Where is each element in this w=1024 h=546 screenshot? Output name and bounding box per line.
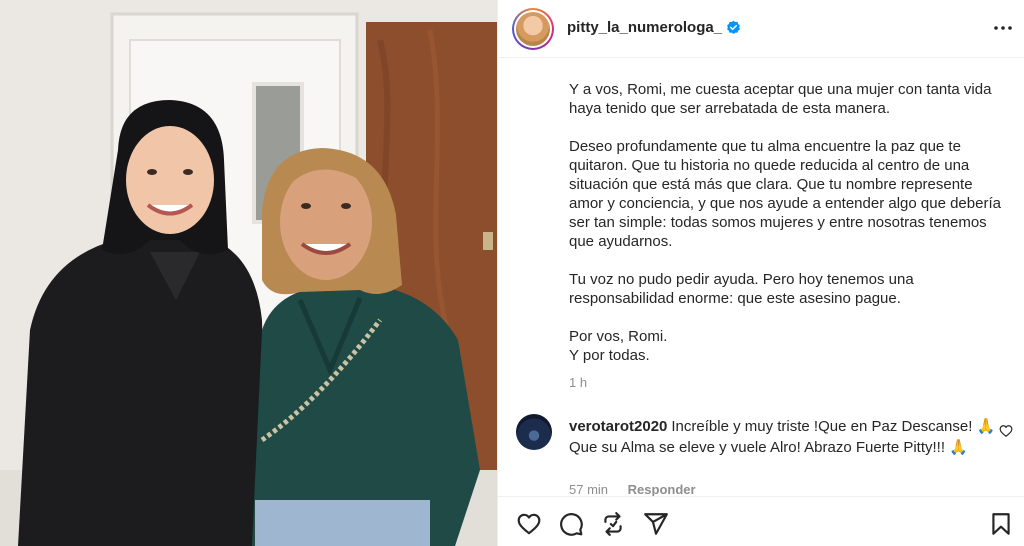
repost-icon — [604, 512, 622, 536]
commenter-avatar[interactable] — [516, 414, 552, 450]
share-button[interactable] — [643, 511, 669, 537]
like-button[interactable] — [516, 511, 542, 537]
post-details-pane: pitty_la_numerologa_ Y a vos, Romi, me c… — [497, 0, 1024, 546]
caption-paragraph: Por vos, Romi. Y por todas. — [569, 328, 668, 364]
post-header: pitty_la_numerologa_ — [498, 0, 1024, 58]
commenter-username[interactable]: verotarot2020 — [569, 418, 667, 435]
caption-paragraph: Tu voz no pudo pedir ayuda. Pero hoy ten… — [569, 271, 914, 307]
photo-illustration — [0, 0, 497, 546]
comment-button[interactable] — [558, 511, 584, 537]
share-icon — [644, 513, 668, 535]
repost-button[interactable] — [600, 511, 626, 537]
comment-icon — [560, 513, 583, 536]
comment-timestamp: 57 min — [569, 482, 609, 497]
save-button[interactable] — [988, 511, 1014, 537]
caption-paragraph: Y a vos, Romi, me cuesta aceptar que una… — [569, 81, 992, 117]
post-timestamp[interactable]: 1 h — [569, 375, 587, 390]
comment-body: verotarot2020 Increíble y muy triste !Que… — [569, 416, 997, 458]
reply-button[interactable]: Responder — [628, 482, 696, 497]
author-username[interactable]: pitty_la_numerologa_ — [567, 19, 722, 36]
author-avatar[interactable] — [512, 8, 554, 50]
comment-meta: 57 min Responder — [569, 482, 696, 497]
more-options-icon[interactable] — [991, 16, 1015, 40]
comment-like-heart-icon[interactable] — [999, 424, 1013, 438]
heart-icon — [517, 513, 541, 535]
post-caption: Y a vos, Romi, me cuesta aceptar que una… — [569, 80, 1009, 365]
post-photo — [0, 0, 497, 546]
verified-badge-icon — [727, 20, 740, 34]
post-actions-bar — [498, 496, 1024, 546]
bookmark-icon — [992, 513, 1010, 535]
caption-paragraph: Deseo profundamente que tu alma encuentr… — [569, 138, 1001, 250]
